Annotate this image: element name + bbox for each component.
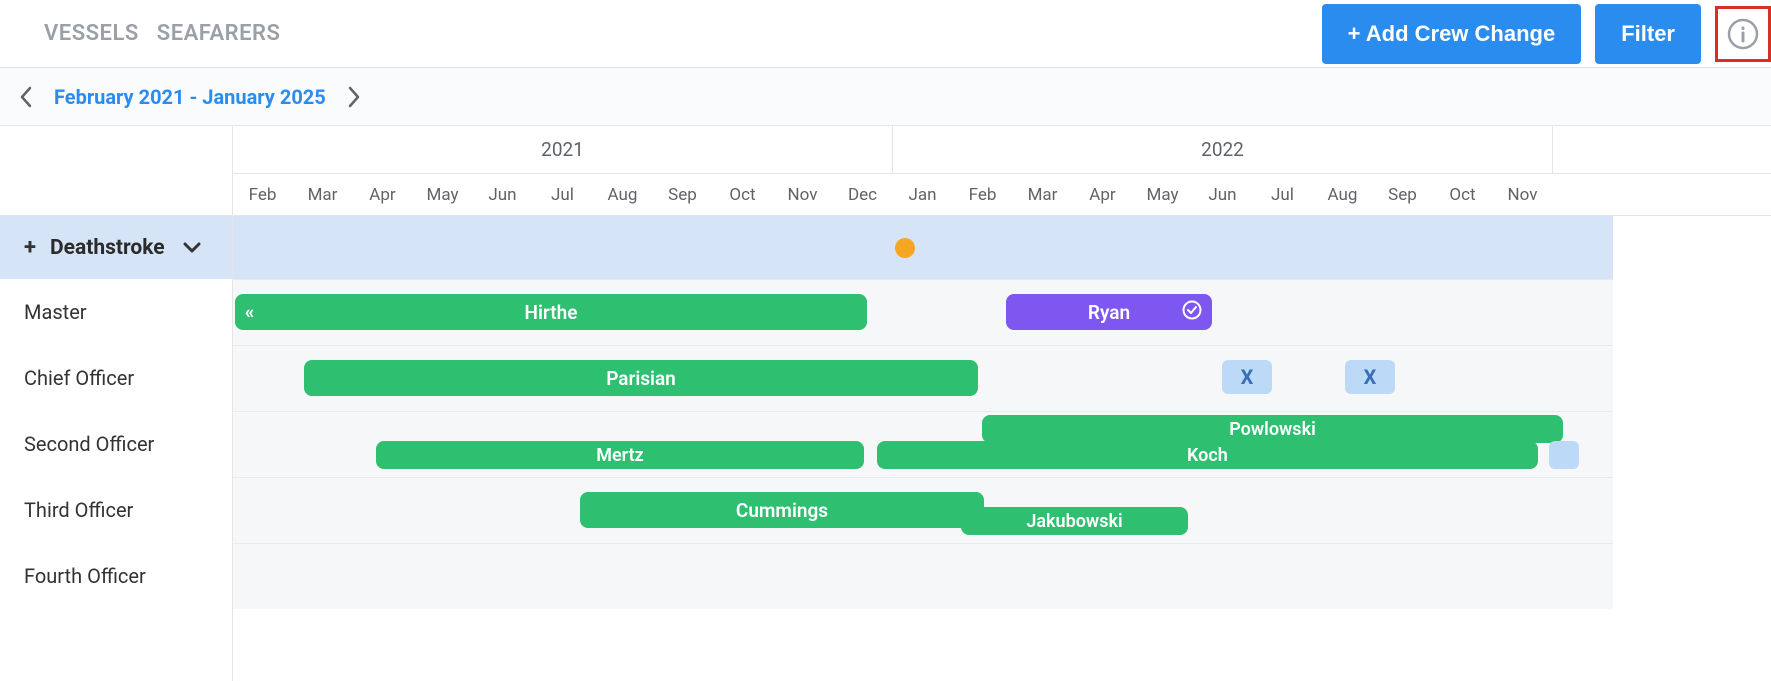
- month-label: Jan: [893, 174, 953, 215]
- assignment-bar[interactable]: X: [1345, 360, 1395, 394]
- rank-row-label: Chief Officer: [0, 345, 232, 411]
- month-label: Apr: [1073, 174, 1133, 215]
- gantt-canvas: Hirthe« Ryan Parisian X X Powlowski Mertz Koch C…: [233, 216, 1613, 609]
- assignment-bar[interactable]: X: [1222, 360, 1272, 394]
- month-label: Aug: [593, 174, 653, 215]
- assignment-bar[interactable]: Jakubowski: [961, 507, 1188, 535]
- rank-row-label: Master: [0, 279, 232, 345]
- month-label: Oct: [1433, 174, 1493, 215]
- date-range-bar: February 2021 - January 2025: [0, 68, 1771, 126]
- prev-range-button[interactable]: [12, 83, 40, 111]
- month-label: Oct: [713, 174, 773, 215]
- month-label: Dec: [833, 174, 893, 215]
- assignment-bar[interactable]: Parisian: [304, 360, 978, 396]
- assignment-bar[interactable]: [1549, 441, 1579, 469]
- assignment-bar[interactable]: Powlowski: [982, 415, 1563, 443]
- rank-row-label: Fourth Officer: [0, 543, 232, 609]
- assignment-bar[interactable]: Hirthe«: [235, 294, 867, 330]
- vessel-name[interactable]: Deathstroke: [50, 236, 165, 260]
- month-label: Sep: [653, 174, 713, 215]
- date-range-label[interactable]: February 2021 - January 2025: [40, 85, 340, 109]
- tab-seafarers[interactable]: SEAFARERS: [157, 21, 281, 46]
- info-icon[interactable]: [1715, 6, 1771, 62]
- filter-button[interactable]: Filter: [1595, 4, 1701, 64]
- tab-vessels[interactable]: VESSELS: [44, 21, 139, 46]
- month-label: Aug: [1313, 174, 1373, 215]
- rank-row-label: Third Officer: [0, 477, 232, 543]
- assignment-bar[interactable]: Koch: [877, 441, 1538, 469]
- overflow-left-icon: «: [245, 302, 254, 323]
- chevron-down-icon[interactable]: [183, 236, 201, 260]
- add-vessel-icon[interactable]: +: [24, 235, 36, 260]
- month-label: Jun: [1193, 174, 1253, 215]
- month-label: Nov: [1493, 174, 1553, 215]
- month-label: Apr: [353, 174, 413, 215]
- vessel-marker[interactable]: [895, 238, 915, 258]
- assignment-bar[interactable]: Mertz: [376, 441, 864, 469]
- left-column: + Deathstroke MasterChief OfficerSecond …: [0, 126, 233, 681]
- month-label: Nov: [773, 174, 833, 215]
- assignment-bar[interactable]: Ryan: [1006, 294, 1212, 330]
- month-label: Feb: [233, 174, 293, 215]
- month-label: May: [413, 174, 473, 215]
- year-header: 20212022: [233, 126, 1771, 174]
- rank-row-label: Second Officer: [0, 411, 232, 477]
- month-label: May: [1133, 174, 1193, 215]
- month-label: Jul: [1253, 174, 1313, 215]
- vessel-row-header: + Deathstroke: [0, 216, 232, 279]
- add-crew-change-button[interactable]: + Add Crew Change: [1322, 4, 1582, 64]
- month-header: FebMarAprMayJunJulAugSepOctNovDecJanFebM…: [233, 174, 1771, 216]
- month-label: Mar: [293, 174, 353, 215]
- year-label: 2021: [233, 126, 893, 173]
- month-label: Mar: [1013, 174, 1073, 215]
- month-label: Jun: [473, 174, 533, 215]
- month-label: Jul: [533, 174, 593, 215]
- year-label: 2022: [893, 126, 1553, 173]
- check-icon: [1182, 300, 1202, 325]
- assignment-bar[interactable]: Cummings: [580, 492, 984, 528]
- month-label: Sep: [1373, 174, 1433, 215]
- month-label: Feb: [953, 174, 1013, 215]
- topbar: VESSELS SEAFARERS + Add Crew Change Filt…: [0, 0, 1771, 68]
- next-range-button[interactable]: [340, 83, 368, 111]
- top-tabs: VESSELS SEAFARERS: [44, 21, 280, 46]
